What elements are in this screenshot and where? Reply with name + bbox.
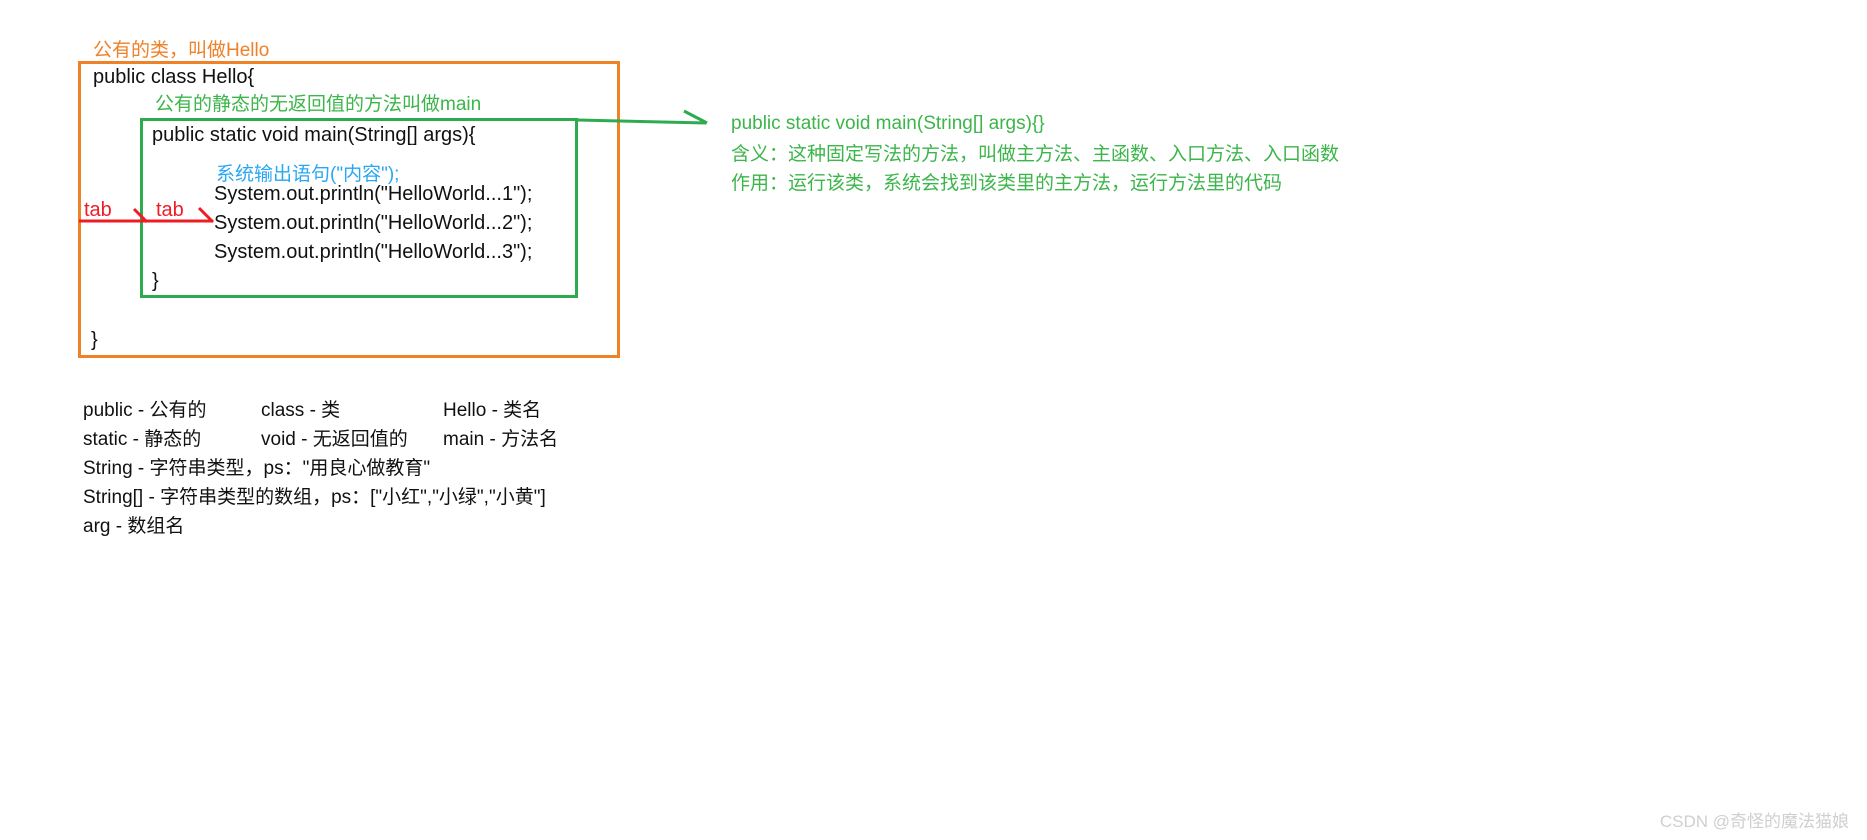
class-comment-label: 公有的类，叫做Hello [93, 40, 270, 61]
method-comment-label: 公有的静态的无返回值的方法叫做main [155, 94, 482, 115]
glossary-cell: public - 公有的 [83, 400, 207, 421]
code-line-close-class: } [91, 329, 98, 351]
glossary-cell: static - 静态的 [83, 429, 202, 450]
note-meaning: 含义：这种固定写法的方法，叫做主方法、主函数、入口方法、入口函数 [731, 144, 1340, 165]
glossary-cell: String - 字符串类型，ps："用良心做教育" [83, 458, 431, 479]
code-line-print-1: System.out.println("HelloWorld...1"); [214, 183, 533, 205]
note-signature: public static void main(String[] args){} [731, 113, 1045, 134]
code-line-main-declaration: public static void main(String[] args){ [152, 124, 476, 146]
tab-label-second: tab [156, 199, 184, 221]
glossary-cell: main - 方法名 [443, 429, 559, 450]
glossary-cell: class - 类 [261, 400, 341, 421]
glossary-cell: void - 无返回值的 [261, 429, 408, 450]
glossary-cell: String[] - 字符串类型的数组，ps：["小红","小绿","小黄"] [83, 487, 546, 508]
code-line-class-declaration: public class Hello{ [93, 66, 255, 88]
glossary-cell: arg - 数组名 [83, 516, 185, 537]
glossary-cell: Hello - 类名 [443, 400, 542, 421]
diagram-canvas: 公有的类，叫做Hello public class Hello{ 公有的静态的无… [0, 0, 1867, 840]
code-line-print-2: System.out.println("HelloWorld...2"); [214, 212, 533, 234]
note-purpose: 作用：运行该类，系统会找到该类里的主方法，运行方法里的代码 [731, 173, 1283, 194]
tab-label-first: tab [84, 199, 112, 221]
code-line-print-3: System.out.println("HelloWorld...3"); [214, 241, 533, 263]
code-line-close-method: } [152, 270, 159, 292]
csdn-watermark: CSDN @奇怪的魔法猫娘 [1659, 812, 1849, 831]
